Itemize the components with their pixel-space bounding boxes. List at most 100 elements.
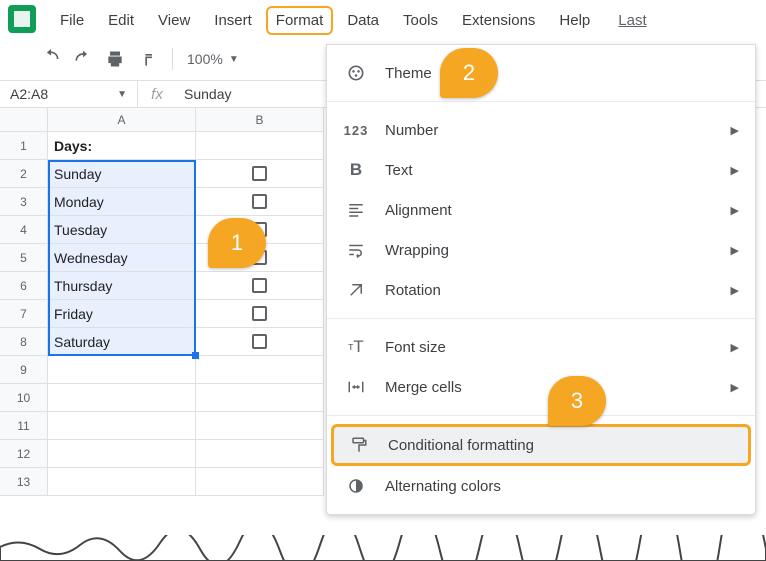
- cell[interactable]: [196, 356, 324, 384]
- format-menu-text[interactable]: BText▶: [327, 150, 755, 190]
- checkbox[interactable]: [252, 306, 267, 321]
- format-menu-alternating-colors[interactable]: Alternating colors: [327, 466, 755, 506]
- submenu-arrow-icon: ▶: [731, 284, 739, 297]
- row-header[interactable]: 1: [0, 132, 48, 160]
- paint-roller-icon: [348, 434, 370, 456]
- menu-extensions[interactable]: Extensions: [452, 6, 545, 35]
- fontsize-icon: тT: [345, 336, 367, 358]
- cell[interactable]: [196, 160, 324, 188]
- checkbox[interactable]: [252, 278, 267, 293]
- selection-handle[interactable]: [192, 352, 199, 359]
- cell[interactable]: [196, 440, 324, 468]
- chevron-down-icon: ▼: [117, 89, 127, 100]
- cell[interactable]: [196, 188, 324, 216]
- cell[interactable]: [48, 356, 196, 384]
- menu-item-label: Text: [385, 162, 413, 179]
- cell[interactable]: [48, 468, 196, 496]
- undo-icon[interactable]: [40, 48, 62, 70]
- menu-data[interactable]: Data: [337, 6, 389, 35]
- cell[interactable]: [48, 440, 196, 468]
- menu-view[interactable]: View: [148, 6, 200, 35]
- name-box[interactable]: A2:A8 ▼: [0, 81, 138, 107]
- format-menu-theme[interactable]: Theme: [327, 53, 755, 93]
- theme-icon: [345, 62, 367, 84]
- row-header[interactable]: 9: [0, 356, 48, 384]
- cell[interactable]: Days:: [48, 132, 196, 160]
- menu-item-label: Wrapping: [385, 242, 449, 259]
- row-header[interactable]: 3: [0, 188, 48, 216]
- cell[interactable]: Monday: [48, 188, 196, 216]
- cell[interactable]: Wednesday: [48, 244, 196, 272]
- menu-separator: [327, 415, 755, 416]
- menu-help[interactable]: Help: [549, 6, 600, 35]
- cell[interactable]: [196, 300, 324, 328]
- cell[interactable]: [196, 468, 324, 496]
- row-header[interactable]: 6: [0, 272, 48, 300]
- row-header[interactable]: 10: [0, 384, 48, 412]
- select-all-corner[interactable]: [0, 108, 48, 132]
- cell[interactable]: Sunday: [48, 160, 196, 188]
- rotation-icon: [345, 279, 367, 301]
- format-menu-rotation[interactable]: Rotation▶: [327, 270, 755, 310]
- checkbox[interactable]: [252, 334, 267, 349]
- column-header-a[interactable]: A: [48, 108, 196, 132]
- print-icon[interactable]: [104, 48, 126, 70]
- cell[interactable]: [196, 272, 324, 300]
- cell[interactable]: [196, 132, 324, 160]
- number-icon: 123: [345, 119, 367, 141]
- row-header[interactable]: 12: [0, 440, 48, 468]
- redo-icon[interactable]: [72, 48, 94, 70]
- menu-file[interactable]: File: [50, 6, 94, 35]
- row-header[interactable]: 2: [0, 160, 48, 188]
- menu-insert[interactable]: Insert: [204, 6, 262, 35]
- menu-tools[interactable]: Tools: [393, 6, 448, 35]
- row-header[interactable]: 5: [0, 244, 48, 272]
- cell[interactable]: [48, 384, 196, 412]
- menu-format[interactable]: Format: [266, 6, 334, 35]
- alternating-icon: [345, 475, 367, 497]
- sheets-logo-icon: [8, 5, 36, 33]
- column-header-b[interactable]: B: [196, 108, 324, 132]
- row-header[interactable]: 8: [0, 328, 48, 356]
- annotation-callout-2: 2: [440, 48, 498, 98]
- cell[interactable]: [196, 412, 324, 440]
- menu-separator: [327, 101, 755, 102]
- menu-item-label: Alignment: [385, 202, 452, 219]
- zoom-select[interactable]: 100% ▼: [187, 51, 239, 67]
- menubar: File Edit View Insert Format Data Tools …: [0, 0, 766, 36]
- row-header[interactable]: 11: [0, 412, 48, 440]
- row-header[interactable]: 13: [0, 468, 48, 496]
- format-menu-conditional-formatting[interactable]: Conditional formatting: [331, 424, 751, 466]
- format-menu-merge-cells[interactable]: Merge cells▶: [327, 367, 755, 407]
- merge-icon: [345, 376, 367, 398]
- cell[interactable]: [196, 384, 324, 412]
- menu-item-label: Theme: [385, 65, 432, 82]
- menu-item-label: Font size: [385, 339, 446, 356]
- cell[interactable]: Saturday: [48, 328, 196, 356]
- format-menu-alignment[interactable]: Alignment ▶: [327, 190, 755, 230]
- submenu-arrow-icon: ▶: [731, 204, 739, 217]
- row-header[interactable]: 7: [0, 300, 48, 328]
- row-header[interactable]: 4: [0, 216, 48, 244]
- format-menu-font-size[interactable]: тT Font size ▶: [327, 327, 755, 367]
- menu-separator: [327, 318, 755, 319]
- annotation-callout-1: 1: [208, 218, 266, 268]
- format-menu-wrapping[interactable]: Wrapping▶: [327, 230, 755, 270]
- cell[interactable]: Thursday: [48, 272, 196, 300]
- cell[interactable]: Tuesday: [48, 216, 196, 244]
- cell[interactable]: [48, 412, 196, 440]
- cell[interactable]: [196, 328, 324, 356]
- paint-format-icon[interactable]: [136, 48, 158, 70]
- checkbox[interactable]: [252, 194, 267, 209]
- menu-edit[interactable]: Edit: [98, 6, 144, 35]
- torn-edge-decoration: [0, 535, 766, 561]
- toolbar-divider: [172, 48, 173, 70]
- checkbox[interactable]: [252, 166, 267, 181]
- submenu-arrow-icon: ▶: [731, 164, 739, 177]
- cell[interactable]: Friday: [48, 300, 196, 328]
- submenu-arrow-icon: ▶: [731, 341, 739, 354]
- last-edit-link[interactable]: Last: [618, 12, 646, 29]
- format-menu-number[interactable]: 123Number▶: [327, 110, 755, 150]
- submenu-arrow-icon: ▶: [731, 124, 739, 137]
- menu-item-label: Conditional formatting: [388, 437, 534, 454]
